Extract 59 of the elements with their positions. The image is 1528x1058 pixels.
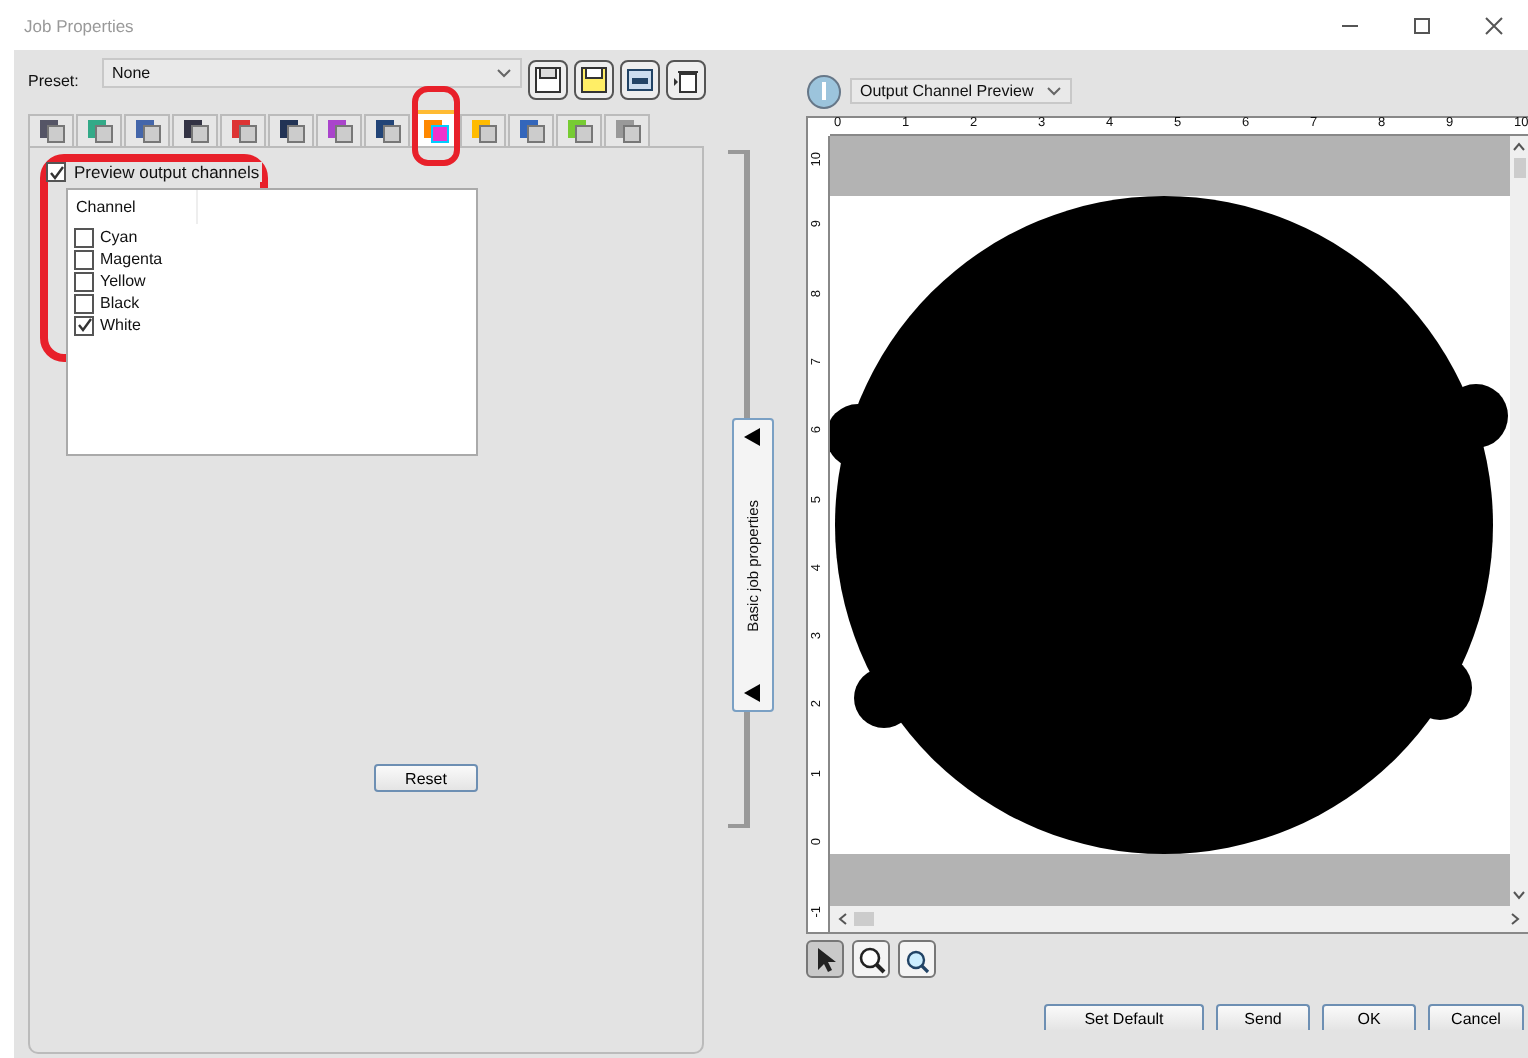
checkbox[interactable]: [46, 162, 66, 182]
settings-tab[interactable]: [172, 114, 218, 146]
chevron-down-icon[interactable]: [496, 68, 512, 78]
zoom-icon[interactable]: [852, 940, 890, 978]
dropdown-value: None: [112, 64, 151, 82]
dialog-button[interactable]: Cancel: [1428, 1004, 1524, 1030]
checkbox-label[interactable]: Preview output channels: [72, 162, 262, 182]
preview-mode-dropdown[interactable]: Output Channel Preview: [850, 78, 1072, 104]
checkbox[interactable]: [74, 227, 94, 247]
dialog-button[interactable]: Send: [1216, 1004, 1310, 1030]
settings-tab[interactable]: [268, 114, 314, 146]
zoom-fit-icon[interactable]: [898, 940, 936, 978]
scrollbar-thumb[interactable]: [854, 912, 874, 926]
scroll-down-icon[interactable]: [1512, 890, 1526, 900]
close-icon[interactable]: [1484, 15, 1504, 35]
squares-icon[interactable]: [373, 118, 401, 144]
pointer-icon[interactable]: [806, 940, 844, 978]
channel-label[interactable]: Yellow: [100, 272, 146, 290]
settings-tab[interactable]: [364, 114, 410, 146]
scroll-up-icon[interactable]: [1512, 142, 1526, 152]
chevron-down-icon[interactable]: [1046, 86, 1062, 96]
reset-button[interactable]: Reset: [374, 764, 478, 792]
squares-icon[interactable]: [181, 118, 209, 144]
info-icon[interactable]: [806, 73, 842, 109]
annotation-highlight: [412, 86, 460, 166]
scroll-right-icon[interactable]: [1510, 912, 1520, 926]
channel-label[interactable]: White: [100, 316, 141, 334]
squares-icon[interactable]: [517, 118, 545, 144]
preset-dropdown[interactable]: None: [102, 58, 522, 88]
triangle-left-icon[interactable]: [744, 684, 761, 702]
settings-tab[interactable]: [508, 114, 554, 146]
checkbox[interactable]: [74, 249, 94, 269]
save-icon[interactable]: [528, 60, 568, 100]
checkbox[interactable]: [74, 271, 94, 291]
settings-tab[interactable]: [28, 114, 74, 146]
save-as-icon[interactable]: [574, 60, 614, 100]
squares-icon[interactable]: [277, 118, 305, 144]
scroll-left-icon[interactable]: [838, 912, 848, 926]
preset-label: Preset:: [28, 71, 81, 89]
channel-label[interactable]: Magenta: [100, 250, 163, 268]
vertical-scrollbar[interactable]: [1510, 136, 1528, 906]
triangle-left-icon[interactable]: [744, 428, 761, 446]
channel-label[interactable]: Cyan: [100, 228, 138, 246]
checkbox[interactable]: [74, 293, 94, 313]
rename-icon[interactable]: [620, 60, 660, 100]
dialog-button[interactable]: Set Default: [1044, 1004, 1204, 1030]
settings-tab[interactable]: [124, 114, 170, 146]
maximize-icon[interactable]: [1412, 15, 1432, 35]
window-title: Job Properties: [24, 15, 134, 35]
squares-icon[interactable]: [37, 118, 65, 144]
scrollbar-thumb[interactable]: [1513, 158, 1525, 178]
delete-icon[interactable]: [666, 60, 706, 100]
checkbox[interactable]: [74, 315, 94, 335]
squares-icon[interactable]: [133, 118, 161, 144]
dropdown-value: Output Channel Preview: [860, 82, 1034, 100]
channel-label[interactable]: Black: [100, 294, 140, 312]
horizontal-scrollbar[interactable]: [830, 906, 1528, 932]
column-header: Channel: [76, 198, 136, 216]
dialog-button[interactable]: OK: [1322, 1004, 1416, 1030]
